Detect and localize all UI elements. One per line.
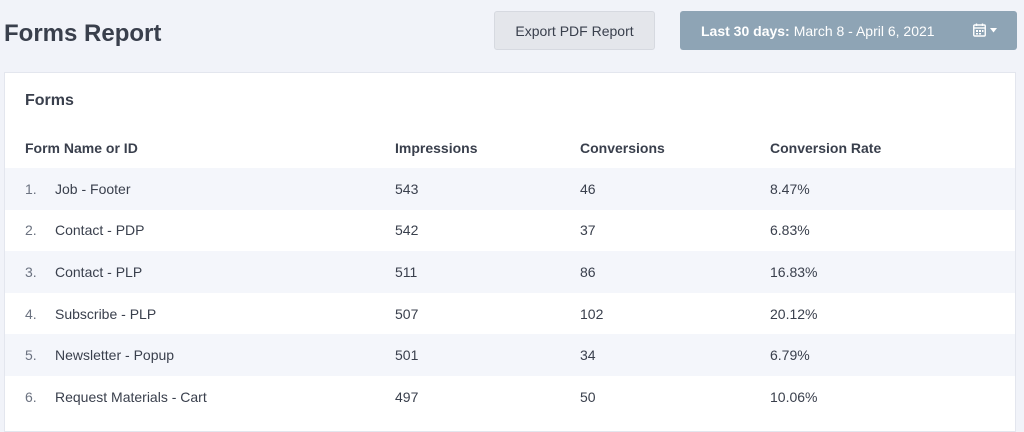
column-header-impressions[interactable]: Impressions	[395, 128, 580, 168]
form-name: Job - Footer	[55, 180, 131, 197]
conversion-rate-cell: 10.06%	[770, 388, 818, 405]
conversions-cell: 50	[580, 388, 596, 405]
caret-down-icon	[990, 27, 997, 32]
calendar-icon	[973, 23, 986, 37]
table-row[interactable]: 2. Contact - PDP 542 37 6.83%	[5, 210, 1015, 252]
conversions-cell: 102	[580, 305, 604, 322]
form-name-cell: 4. Subscribe - PLP	[5, 293, 395, 335]
impressions-cell: 497	[395, 388, 419, 405]
date-range-picker[interactable]: Last 30 days: March 8 - April 6, 2021	[680, 11, 1017, 50]
date-range-value: March 8 - April 6, 2021	[793, 22, 935, 39]
row-number: 1.	[25, 180, 37, 197]
date-picker-icons	[973, 23, 997, 37]
form-name: Request Materials - Cart	[55, 388, 207, 405]
table-row[interactable]: 6. Request Materials - Cart 497 50 10.06%	[5, 376, 1015, 418]
conversion-rate-cell: 16.83%	[770, 263, 818, 280]
conversion-rate-cell: 6.79%	[770, 347, 810, 364]
impressions-cell: 542	[395, 222, 419, 239]
impressions-cell: 507	[395, 305, 419, 322]
conversions-cell: 46	[580, 180, 596, 197]
page-title: Forms Report	[4, 20, 162, 47]
conversions-cell: 37	[580, 222, 596, 239]
form-name: Contact - PDP	[55, 222, 145, 239]
export-pdf-button[interactable]: Export PDF Report	[494, 11, 655, 50]
table-row[interactable]: 3. Contact - PLP 511 86 16.83%	[5, 251, 1015, 293]
table-row[interactable]: 5. Newsletter - Popup 501 34 6.79%	[5, 334, 1015, 376]
form-name-cell: 2. Contact - PDP	[5, 210, 395, 252]
conversion-rate-cell: 8.47%	[770, 180, 810, 197]
column-header-conversion-rate[interactable]: Conversion Rate	[770, 128, 1015, 168]
conversion-rate-cell: 20.12%	[770, 305, 818, 322]
date-range-label: Last 30 days:	[701, 22, 790, 39]
row-number: 3.	[25, 263, 37, 280]
table-row[interactable]: 4. Subscribe - PLP 507 102 20.12%	[5, 293, 1015, 335]
impressions-cell: 543	[395, 180, 419, 197]
impressions-cell: 511	[395, 263, 418, 280]
form-name-cell: 1. Job - Footer	[5, 168, 395, 210]
form-name: Contact - PLP	[55, 263, 143, 280]
form-name-cell: 3. Contact - PLP	[5, 251, 395, 293]
row-number: 2.	[25, 222, 37, 239]
forms-table: Form Name or ID Impressions Conversions …	[5, 128, 1015, 418]
forms-card: Forms Form Name or ID Impressions Conver…	[4, 72, 1016, 432]
conversions-cell: 86	[580, 263, 596, 280]
table-row[interactable]: 1. Job - Footer 543 46 8.47%	[5, 168, 1015, 210]
form-name: Newsletter - Popup	[55, 347, 175, 364]
form-name-cell: 5. Newsletter - Popup	[5, 334, 395, 376]
report-header: Forms Report Export PDF Report Last 30 d…	[0, 0, 1024, 70]
row-number: 5.	[25, 347, 37, 364]
row-number: 6.	[25, 388, 37, 405]
impressions-cell: 501	[395, 347, 419, 364]
table-header-row: Form Name or ID Impressions Conversions …	[5, 128, 1015, 168]
card-title: Forms	[25, 92, 74, 109]
column-header-form-name[interactable]: Form Name or ID	[5, 128, 395, 168]
form-name: Subscribe - PLP	[55, 305, 157, 322]
conversion-rate-cell: 6.83%	[770, 222, 810, 239]
conversions-cell: 34	[580, 347, 596, 364]
column-header-conversions[interactable]: Conversions	[580, 128, 770, 168]
row-number: 4.	[25, 305, 37, 322]
form-name-cell: 6. Request Materials - Cart	[5, 376, 395, 418]
